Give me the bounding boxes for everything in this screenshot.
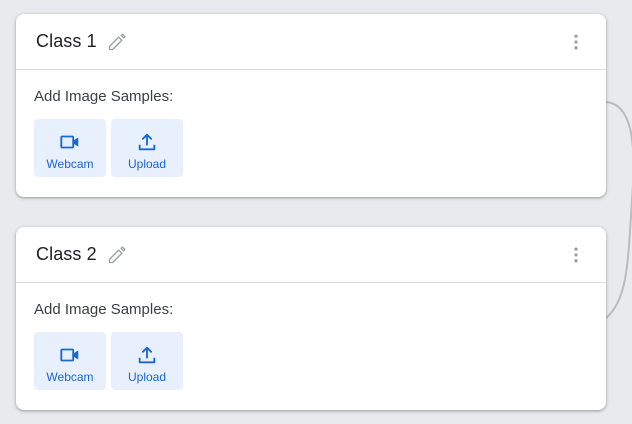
pencil-icon[interactable]: [107, 245, 127, 265]
webcam-button-label: Webcam: [46, 157, 94, 171]
upload-button-label: Upload: [127, 157, 167, 171]
more-vert-icon[interactable]: [566, 245, 586, 265]
upload-button-label: Upload: [127, 370, 167, 384]
webcam-icon: [59, 131, 81, 153]
class-card-header: Class 2: [16, 227, 606, 283]
class-name[interactable]: Class 2: [36, 244, 97, 265]
class-card-body: Add Image Samples: Webcam Upload: [16, 70, 606, 177]
upload-icon: [136, 131, 158, 153]
upload-button[interactable]: Upload: [111, 119, 183, 177]
more-vert-icon[interactable]: [566, 32, 586, 52]
class-card-header: Class 1: [16, 14, 606, 70]
webcam-button[interactable]: Webcam: [34, 119, 106, 177]
class-card-1: Class 1 Add Image Samples: Webcam Upload: [16, 14, 606, 197]
class-card-2: Class 2 Add Image Samples: Webcam Upload: [16, 227, 606, 410]
webcam-button[interactable]: Webcam: [34, 332, 106, 390]
webcam-button-label: Webcam: [46, 370, 94, 384]
upload-icon: [136, 344, 158, 366]
add-samples-label: Add Image Samples:: [34, 301, 174, 318]
class-card-body: Add Image Samples: Webcam Upload: [16, 283, 606, 390]
sample-buttons: Webcam Upload: [34, 332, 606, 390]
class-name[interactable]: Class 1: [36, 31, 97, 52]
webcam-icon: [59, 344, 81, 366]
upload-button[interactable]: Upload: [111, 332, 183, 390]
sample-buttons: Webcam Upload: [34, 119, 606, 177]
pencil-icon[interactable]: [107, 32, 127, 52]
add-samples-label: Add Image Samples:: [34, 88, 174, 105]
